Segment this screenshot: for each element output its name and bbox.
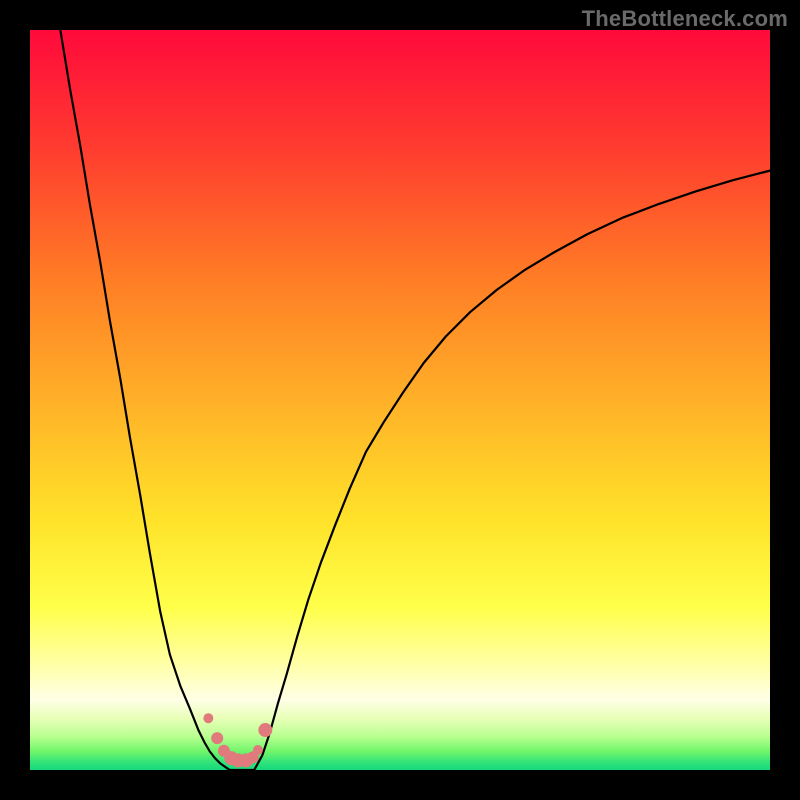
bottleneck-point [253,745,263,755]
chart-frame: TheBottleneck.com [0,0,800,800]
watermark: TheBottleneck.com [582,6,788,32]
bottleneck-point [211,732,223,744]
plot-area [30,30,770,770]
bottleneck-point [203,713,213,723]
left-curve [60,30,229,770]
bottleneck-point [258,723,272,737]
right-curve [254,171,770,770]
bottleneck-points [203,713,272,767]
curve-layer [30,30,770,770]
